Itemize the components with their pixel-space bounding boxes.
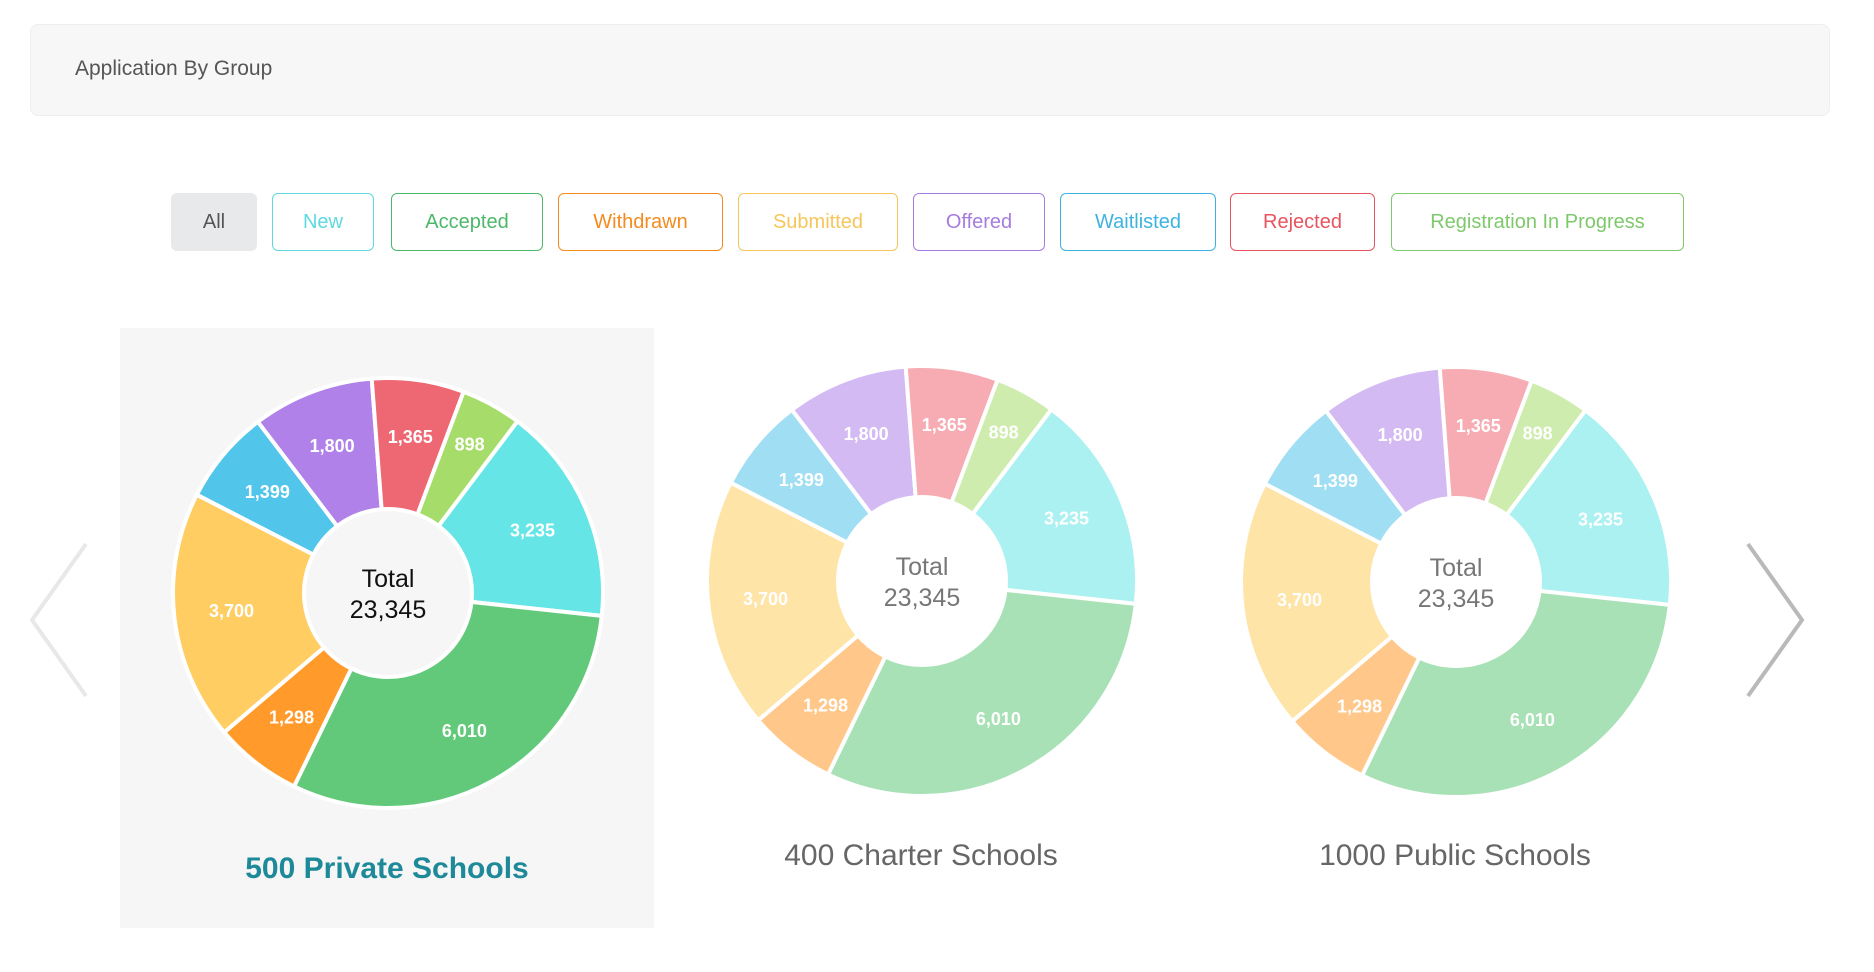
filter-offered-button[interactable]: Offered [913,193,1045,251]
chart-card-title: 500 Private Schools [245,852,529,885]
chart-card-public-schools[interactable]: 3,235 6,010 1,298 3,700 1,399 1,800 1,365 898 To… [1188,328,1722,928]
status-filter-bar: All New Accepted Withdrawn Submitted Off… [0,193,1874,253]
slice-value-label: 898 [455,434,485,454]
slice-value-label: 1,365 [922,415,967,435]
slice-value-label: 1,800 [310,436,355,456]
filter-submitted-button[interactable]: Submitted [738,193,898,251]
slice-value-label: 6,010 [1510,710,1555,730]
section-title: Application By Group [75,57,273,80]
slice-value-label: 1,399 [245,482,290,502]
donut-center [836,495,1008,667]
filter-withdrawn-button[interactable]: Withdrawn [558,193,723,251]
donut-chart: 3,235 6,010 1,298 3,700 1,399 1,800 1,365 898 To… [171,376,605,810]
chart-card-title: 1000 Public Schools [1319,839,1591,872]
donut-center [1370,496,1542,668]
carousel-prev-button[interactable] [28,540,92,705]
carousel-next-button[interactable] [1742,540,1806,705]
filter-all-button[interactable]: All [171,193,257,251]
chevron-left-icon [29,542,88,698]
slice-value-label: 898 [989,422,1019,442]
donut-center [302,507,474,679]
chart-card-charter-schools[interactable]: 3,235 6,010 1,298 3,700 1,399 1,800 1,365 898 To… [654,328,1188,928]
slice-value-label: 6,010 [442,721,487,741]
donut-chart: 3,235 6,010 1,298 3,700 1,399 1,800 1,365 898 To… [705,364,1139,798]
slice-value-label: 3,700 [743,589,788,609]
center-total-label: Total [896,553,949,581]
slice-value-label: 6,010 [976,709,1021,729]
donut-chart: 3,235 6,010 1,298 3,700 1,399 1,800 1,365 898 To… [1239,365,1673,799]
slice-value-label: 1,298 [269,708,314,728]
chevron-right-icon [1746,542,1805,698]
chart-card-title: 400 Charter Schools [784,839,1058,872]
center-total-value: 23,345 [1418,585,1494,613]
slice-value-label: 1,298 [803,696,848,716]
center-total-value: 23,345 [350,596,426,624]
slice-value-label: 3,700 [209,601,254,621]
slice-value-label: 3,700 [1277,590,1322,610]
slice-value-label: 1,399 [779,470,824,490]
slice-value-label: 3,235 [1044,508,1089,528]
slice-value-label: 3,235 [1578,509,1623,529]
center-total-value: 23,345 [884,584,960,612]
slice-value-label: 1,800 [1378,425,1423,445]
filter-rejected-button[interactable]: Rejected [1230,193,1375,251]
center-total-label: Total [362,565,415,593]
slice-value-label: 898 [1523,423,1553,443]
center-total-label: Total [1430,554,1483,582]
filter-new-button[interactable]: New [272,193,374,251]
slice-value-label: 1,800 [844,424,889,444]
slice-value-label: 1,298 [1337,697,1382,717]
slice-value-label: 3,235 [510,520,555,540]
slice-value-label: 1,365 [1456,416,1501,436]
slice-value-label: 1,365 [388,427,433,447]
filter-registration-in-progress-button[interactable]: Registration In Progress [1391,193,1684,251]
chart-card-private-schools[interactable]: 3,235 6,010 1,298 3,700 1,399 1,800 1,365 898 To… [120,328,654,928]
slice-value-label: 1,399 [1313,471,1358,491]
section-header: Application By Group [30,24,1830,116]
filter-waitlisted-button[interactable]: Waitlisted [1060,193,1216,251]
filter-accepted-button[interactable]: Accepted [391,193,543,251]
